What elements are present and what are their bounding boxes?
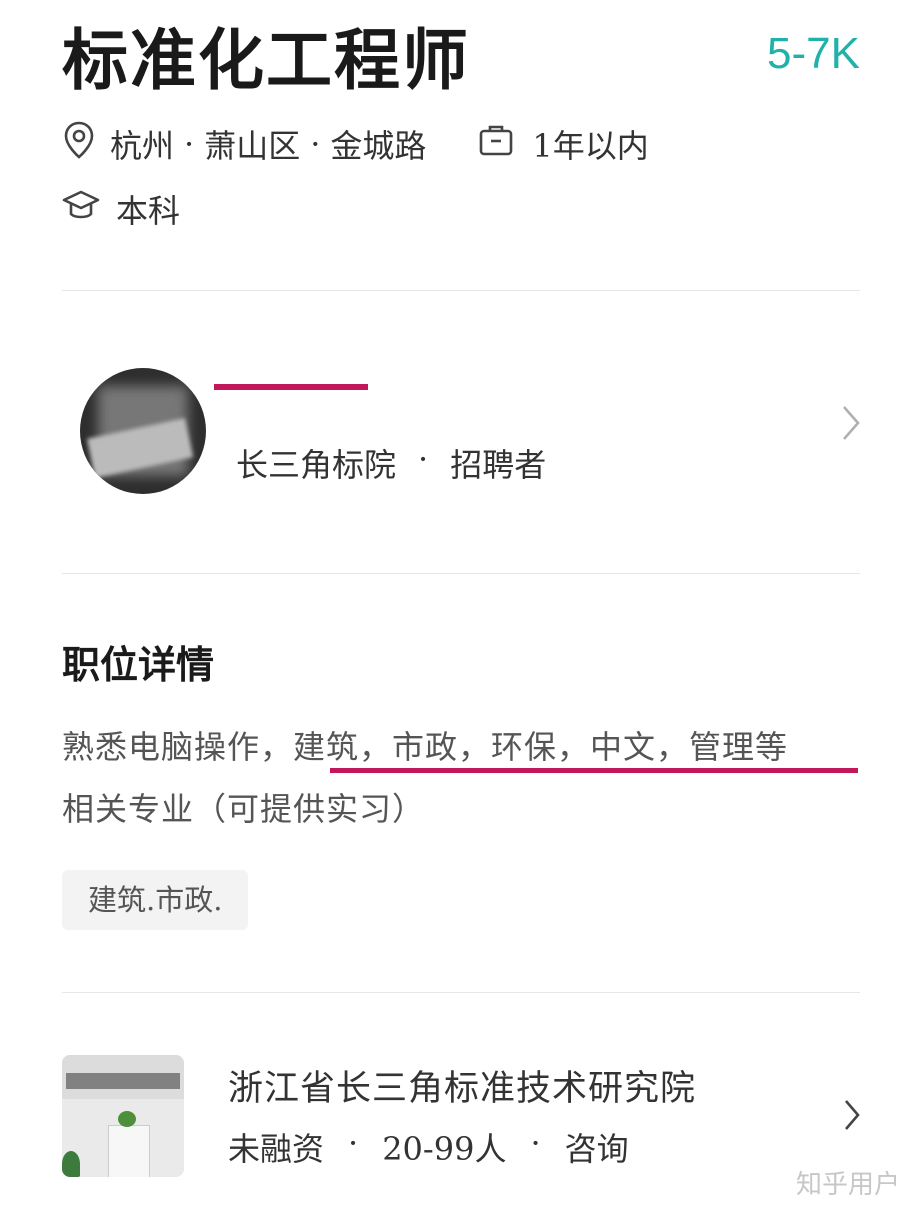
- divider: [62, 992, 860, 993]
- briefcase-icon: [478, 123, 514, 165]
- location-separator: ·: [184, 125, 195, 163]
- annotation-line: [214, 384, 368, 390]
- description-line: 相关专业（可提供实习）: [62, 790, 426, 828]
- company-separator: ·: [530, 1124, 541, 1162]
- experience-requirement: 1年以内: [532, 127, 649, 165]
- recruiter-info: 长三角标院 · 招聘者: [236, 440, 546, 486]
- location-city: 杭州: [110, 127, 175, 165]
- education-icon: [62, 188, 100, 230]
- location-separator: ·: [310, 125, 321, 163]
- job-description: 熟悉电脑操作，建筑，市政，环保，中文，管理等 相关专业（可提供实习）: [62, 716, 872, 840]
- company-meta: 未融资 · 20-99人 · 咨询: [228, 1124, 629, 1170]
- company-name: 浙江省长三角标准技术研究院: [228, 1069, 697, 1109]
- chevron-right-icon[interactable]: [840, 404, 862, 446]
- salary: 5-7K: [767, 29, 860, 78]
- recruiter-separator: ·: [418, 440, 429, 478]
- chevron-right-icon[interactable]: [842, 1098, 862, 1136]
- divider: [62, 573, 860, 574]
- job-meta-row: 杭州 · 萧山区 · 金城路 1年以内: [62, 120, 649, 168]
- company-funding: 未融资: [228, 1130, 325, 1168]
- section-title: 职位详情: [62, 643, 215, 687]
- watermark: 知乎用户: [795, 1170, 900, 1200]
- company-separator: ·: [348, 1124, 359, 1162]
- location-district: 萧山区: [204, 127, 301, 165]
- company-industry: 咨询: [564, 1130, 629, 1168]
- job-title: 标准化工程师: [62, 21, 470, 99]
- job-tag: 建筑.市政.: [62, 870, 249, 930]
- recruiter-company: 长三角标院: [236, 446, 397, 484]
- divider: [62, 290, 860, 291]
- location-icon: [62, 120, 96, 168]
- education-requirement: 本科: [116, 192, 181, 230]
- company-photo: [62, 1055, 184, 1177]
- annotation-underline: [330, 768, 858, 773]
- company-size: 20-99人: [382, 1130, 507, 1168]
- education-row: 本科: [62, 186, 180, 232]
- location-street: 金城路: [330, 127, 427, 165]
- recruiter-role: 招聘者: [450, 446, 547, 484]
- avatar: [80, 368, 206, 494]
